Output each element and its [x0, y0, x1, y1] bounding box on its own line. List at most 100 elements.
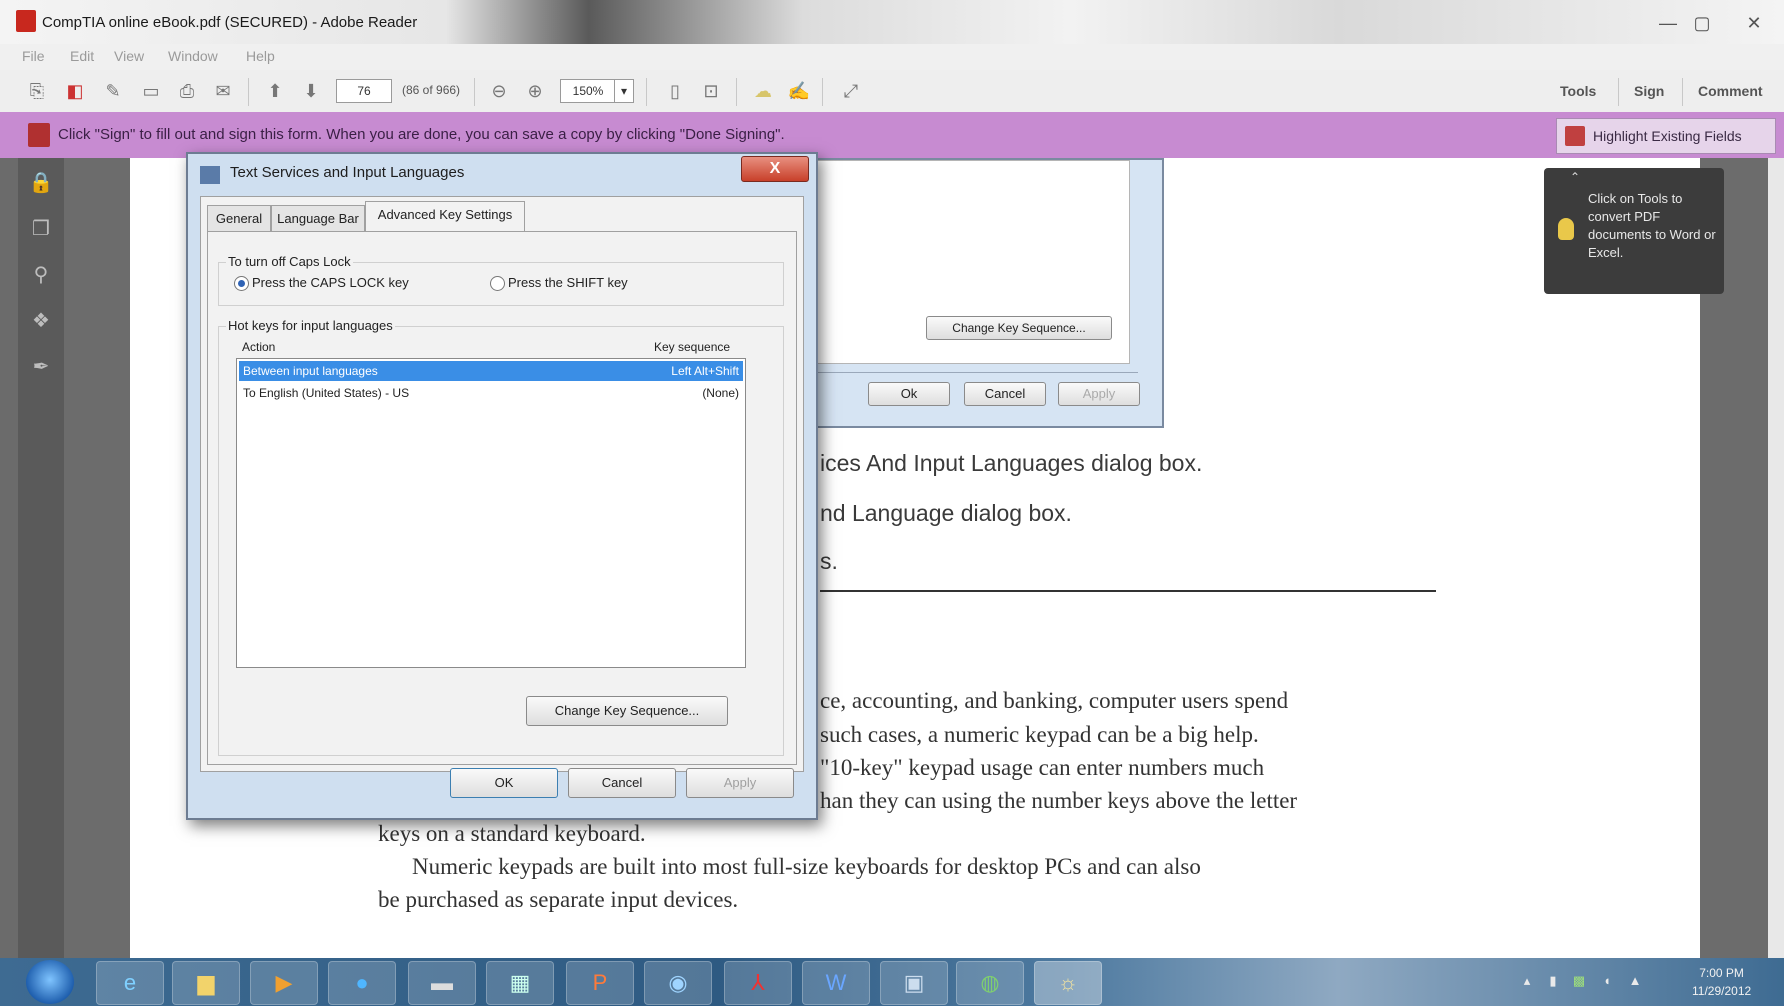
- tray-status-icon[interactable]: ▩: [1572, 974, 1586, 988]
- doc-paragraph-line: ce, accounting, and banking, computer us…: [820, 688, 1289, 713]
- tooltip-text: Click on Tools to convert PDF documents …: [1588, 191, 1716, 260]
- start-button[interactable]: [26, 960, 74, 1004]
- sign-button[interactable]: Sign: [1634, 83, 1664, 99]
- column-action: Action: [242, 340, 276, 354]
- vertical-scrollbar[interactable]: [1768, 158, 1784, 958]
- print-icon[interactable]: ⎙: [174, 78, 200, 104]
- full-screen-icon[interactable]: ⤢: [838, 78, 864, 104]
- edit-document-icon[interactable]: ✎: [100, 78, 126, 104]
- navigation-pane: 🔒 ❐ ⚲ ❖ ✒: [18, 158, 64, 958]
- adobe-reader-taskbar-icon[interactable]: ⅄: [724, 961, 792, 1005]
- zoom-out-icon[interactable]: ⊖: [486, 78, 512, 104]
- tray-app-icon[interactable]: ▮: [1546, 974, 1560, 988]
- tab-advanced-key-settings[interactable]: Advanced Key Settings: [365, 201, 525, 232]
- comment-button[interactable]: Comment: [1698, 83, 1763, 99]
- tools-tooltip: ⌃ Click on Tools to convert PDF document…: [1544, 168, 1724, 294]
- menu-help[interactable]: Help: [246, 48, 275, 64]
- maximize-button[interactable]: ▢: [1688, 12, 1716, 34]
- tooltip-collapse-icon[interactable]: ⌃: [1570, 170, 1580, 184]
- ok-button[interactable]: OK: [450, 768, 558, 798]
- menu-bar: File Edit View Window Help: [0, 44, 1784, 70]
- globe-icon[interactable]: ◍: [956, 961, 1024, 1005]
- title-bar: CompTIA online eBook.pdf (SECURED) - Ado…: [0, 0, 1784, 44]
- doc-text-line: nd Language dialog box.: [820, 500, 1072, 526]
- list-item[interactable]: To English (United States) - US (None): [239, 383, 743, 403]
- menu-window[interactable]: Window: [168, 48, 218, 64]
- highlight-fields-button[interactable]: Highlight Existing Fields: [1556, 118, 1776, 154]
- radio-shift-label[interactable]: Press the SHIFT key: [508, 275, 628, 290]
- list-item[interactable]: Between input languages Left Alt+Shift: [239, 361, 743, 381]
- sign-message: Click "Sign" to fill out and sign this f…: [58, 126, 785, 143]
- firefox-icon[interactable]: ◉: [644, 961, 712, 1005]
- separator: [1618, 78, 1619, 106]
- fit-page-icon[interactable]: ▯: [662, 78, 688, 104]
- clock-time: 7:00 PM: [1699, 966, 1744, 980]
- doc-text-line: ices And Input Languages dialog box.: [820, 450, 1203, 476]
- menu-file[interactable]: File: [22, 48, 45, 64]
- fit-width-icon[interactable]: ⊡: [698, 78, 724, 104]
- radio-capslock-label[interactable]: Press the CAPS LOCK key: [252, 275, 409, 290]
- change-key-sequence-button[interactable]: Change Key Sequence...: [526, 696, 728, 726]
- tab-language-bar[interactable]: Language Bar: [271, 205, 365, 233]
- pdf-icon[interactable]: ◧: [62, 78, 88, 104]
- globe-app-icon[interactable]: ●: [328, 961, 396, 1005]
- zoom-input[interactable]: 150%: [560, 79, 616, 103]
- doc-paragraph-line: keys on a standard keyboard.: [378, 821, 646, 846]
- clock[interactable]: 7:00 PM 11/29/2012: [1692, 964, 1751, 1000]
- doc-paragraph-line: "10-key" keypad usage can enter numbers …: [820, 755, 1265, 780]
- powerpoint-icon[interactable]: P: [566, 961, 634, 1005]
- minimize-button[interactable]: —: [1654, 12, 1682, 34]
- close-window-button[interactable]: ✕: [1740, 12, 1768, 34]
- separator: [822, 78, 823, 106]
- network-signal-icon[interactable]: ▲: [1628, 974, 1642, 988]
- show-hidden-icons-icon[interactable]: ▴: [1520, 974, 1534, 988]
- sign-icon[interactable]: ✍: [786, 78, 812, 104]
- tab-general[interactable]: General: [207, 205, 271, 233]
- cancel-button[interactable]: Cancel: [568, 768, 676, 798]
- hotkey-list[interactable]: Between input languages Left Alt+Shift T…: [236, 358, 746, 668]
- lock-icon[interactable]: 🔒: [28, 170, 54, 196]
- volume-icon[interactable]: ◖: [1600, 974, 1614, 988]
- radio-capslock[interactable]: [234, 276, 249, 291]
- doc-paragraph-line: han they can using the number keys above…: [820, 788, 1298, 813]
- media-player-icon[interactable]: ▶: [250, 961, 318, 1005]
- word-icon[interactable]: W: [802, 961, 870, 1005]
- adobe-reader-icon: [16, 10, 36, 32]
- email-icon[interactable]: ✉: [210, 78, 236, 104]
- capslock-group-label: To turn off Caps Lock: [226, 254, 353, 269]
- layers-icon[interactable]: ❖: [28, 308, 54, 334]
- separator: [736, 78, 737, 106]
- zoom-in-icon[interactable]: ⊕: [522, 78, 548, 104]
- column-key-sequence: Key sequence: [654, 340, 731, 354]
- doc-text-line: s.: [820, 548, 838, 574]
- radio-shift[interactable]: [490, 276, 505, 291]
- zoom-dropdown-icon[interactable]: ▾: [614, 79, 634, 103]
- signature-icon[interactable]: ✒: [28, 354, 54, 380]
- lightbulb-icon: [1558, 218, 1574, 240]
- create-pdf-icon[interactable]: ⎘: [24, 78, 50, 104]
- previous-page-icon[interactable]: ⬆: [262, 78, 288, 104]
- scanner-icon[interactable]: ▬: [408, 961, 476, 1005]
- save-icon[interactable]: ▭: [138, 78, 164, 104]
- page-number-input[interactable]: 76: [336, 79, 392, 103]
- menu-view[interactable]: View: [114, 48, 144, 64]
- next-page-icon[interactable]: ⬇: [298, 78, 324, 104]
- tools-button[interactable]: Tools: [1560, 83, 1596, 99]
- dialog-close-button[interactable]: X: [741, 156, 809, 182]
- pages-icon[interactable]: ❐: [28, 216, 54, 242]
- form-icon: [28, 123, 50, 147]
- text-services-dialog: Text Services and Input Languages X Gene…: [186, 152, 818, 820]
- attachment-icon[interactable]: ⚲: [28, 262, 54, 288]
- apply-button[interactable]: Apply: [686, 768, 794, 798]
- network-app-icon[interactable]: ▣: [880, 961, 948, 1005]
- calendar-icon[interactable]: ▦: [486, 961, 554, 1005]
- file-explorer-icon[interactable]: ▆: [172, 961, 240, 1005]
- highlight-fields-icon: [1565, 126, 1585, 146]
- weather-icon[interactable]: ☼: [1034, 961, 1102, 1005]
- menu-edit[interactable]: Edit: [70, 48, 94, 64]
- comment-icon[interactable]: ☁: [750, 78, 776, 104]
- separator: [248, 78, 249, 106]
- internet-explorer-icon[interactable]: e: [96, 961, 164, 1005]
- page-total: (86 of 966): [402, 83, 461, 97]
- highlight-fields-label: Highlight Existing Fields: [1593, 128, 1742, 144]
